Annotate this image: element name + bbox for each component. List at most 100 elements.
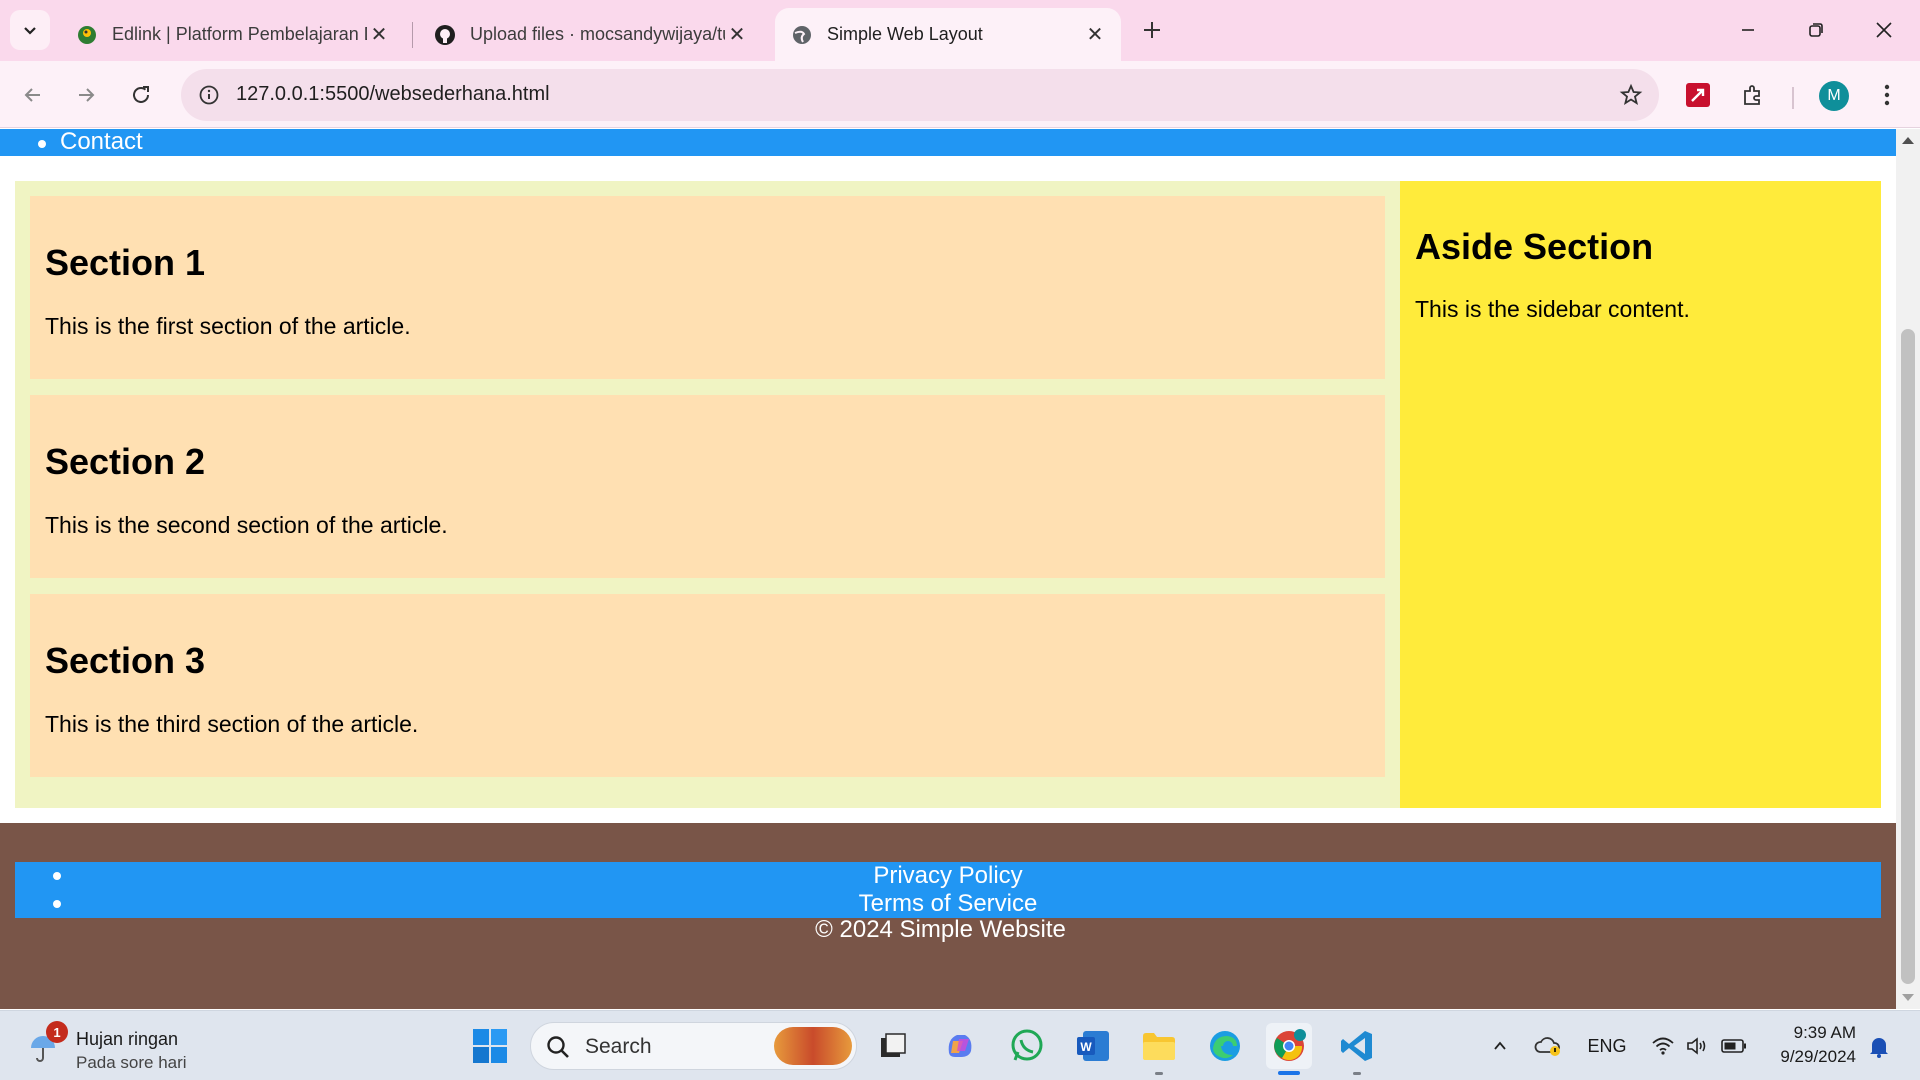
task-view-icon — [881, 1033, 906, 1057]
copilot-app[interactable] — [937, 1023, 983, 1069]
section-text: This is the second section of the articl… — [45, 512, 448, 538]
windows-start-icon[interactable] — [472, 1028, 508, 1064]
taskbar-search[interactable]: Search — [530, 1022, 857, 1070]
wifi-icon[interactable] — [1648, 1031, 1678, 1061]
terms-of-service-link[interactable]: Terms of Service — [15, 890, 1881, 918]
reload-button[interactable] — [122, 76, 160, 114]
article-section-3: Section 3 This is the third section of t… — [30, 594, 1385, 777]
taskbar: 1 Hujan ringan Pada sore hari Search W E… — [0, 1010, 1920, 1080]
new-tab-button[interactable] — [1136, 14, 1168, 46]
menu-button[interactable] — [1868, 76, 1906, 114]
file-explorer-app[interactable] — [1136, 1023, 1182, 1075]
puzzle-icon — [1744, 85, 1760, 105]
chevron-up-icon — [1494, 1041, 1506, 1050]
language-indicator[interactable]: ENG — [1582, 1031, 1632, 1061]
folder-icon — [1143, 1033, 1175, 1060]
weather-subtitle: Pada sore hari — [76, 1053, 187, 1072]
tab-search-button[interactable] — [10, 10, 50, 50]
close-window-button[interactable] — [1856, 8, 1912, 52]
vscode-icon — [1341, 1031, 1372, 1061]
whatsapp-icon — [1011, 1029, 1043, 1061]
more-vertical-icon — [1884, 84, 1890, 106]
acrobat-icon — [1686, 83, 1710, 107]
clock-time: 9:39 AM — [1793, 1023, 1856, 1042]
tab-separator — [412, 22, 413, 48]
task-view-app[interactable] — [870, 1023, 916, 1069]
word-app[interactable]: W — [1070, 1023, 1116, 1069]
arrow-right-icon — [79, 88, 95, 102]
clock-date: 9/29/2024 — [1780, 1047, 1856, 1066]
section-heading: Section 1 — [45, 242, 206, 283]
profile-avatar[interactable]: M — [1819, 81, 1849, 111]
battery-level-icon — [1721, 1039, 1746, 1053]
forward-button[interactable] — [67, 76, 105, 114]
tab-simple-web-layout[interactable]: Simple Web Layout ✕ — [775, 8, 1121, 61]
section-text: This is the third section of the article… — [45, 711, 419, 737]
page-scrollbar[interactable] — [1896, 129, 1920, 1009]
aside-sidebar: Aside Section This is the sidebar conten… — [1400, 181, 1881, 808]
tab-edlink[interactable]: Edlink | Platform Pembelajaran Digital ✕ — [60, 8, 405, 61]
address-bar[interactable]: 127.0.0.1:5500/websederhana.html — [181, 69, 1659, 121]
restore-icon — [1809, 23, 1823, 37]
info-icon — [199, 85, 219, 105]
battery-icon[interactable] — [1718, 1031, 1750, 1061]
url-text[interactable]: 127.0.0.1:5500/websederhana.html — [236, 83, 550, 106]
wifi-signal-icon — [1652, 1037, 1674, 1055]
restore-button[interactable] — [1788, 8, 1844, 52]
vscode-app[interactable] — [1334, 1023, 1380, 1075]
chevron-down-icon — [24, 27, 36, 35]
close-icon[interactable]: ✕ — [1083, 23, 1107, 47]
arrow-left-icon — [24, 88, 40, 102]
copyright-text: © 2024 Simple Website — [815, 916, 1066, 943]
copilot-icon — [948, 1035, 972, 1057]
tab-github[interactable]: Upload files · mocsandywijaya/tugas ✕ — [418, 8, 763, 61]
site-footer: Privacy Policy Terms of Service © 2024 S… — [0, 823, 1896, 1009]
word-icon: W — [1077, 1031, 1109, 1061]
notification-bell-icon[interactable] — [1866, 1033, 1892, 1059]
edlink-icon — [78, 25, 96, 44]
bookmark-star-icon[interactable] — [1617, 81, 1645, 109]
scroll-up-arrow-icon[interactable] — [1902, 137, 1914, 144]
globe-icon — [793, 25, 811, 44]
main-article: Section 1 This is the first section of t… — [15, 181, 1400, 808]
article-section-2: Section 2 This is the second section of … — [30, 395, 1385, 578]
tab-title: Simple Web Layout — [827, 24, 983, 44]
close-icon — [1876, 22, 1892, 38]
toolbar-divider — [1792, 87, 1794, 109]
speaker-icon — [1687, 1037, 1706, 1055]
extensions-button[interactable] — [1734, 76, 1772, 114]
system-clock[interactable]: 9:39 AM 9/29/2024 — [1756, 1021, 1856, 1069]
onedrive-tray-icon[interactable] — [1532, 1031, 1564, 1061]
search-icon — [547, 1036, 569, 1058]
browser-toolbar: 127.0.0.1:5500/websederhana.html M — [0, 61, 1920, 128]
chrome-app[interactable] — [1266, 1023, 1312, 1075]
pdf-extension-button[interactable] — [1679, 76, 1717, 114]
running-indicator — [1353, 1072, 1361, 1075]
edge-app[interactable] — [1202, 1023, 1248, 1069]
section-heading: Section 3 — [45, 640, 206, 681]
weather-widget[interactable]: 1 Hujan ringan Pada sore hari — [26, 1021, 226, 1073]
scroll-thumb[interactable] — [1901, 329, 1915, 984]
back-button[interactable] — [14, 76, 52, 114]
cloud-warning-icon — [1534, 1037, 1560, 1056]
whatsapp-app[interactable] — [1004, 1023, 1050, 1069]
privacy-policy-link[interactable]: Privacy Policy — [15, 862, 1881, 890]
nav-link-contact[interactable]: Contact — [60, 129, 143, 155]
show-hidden-icons-button[interactable] — [1488, 1031, 1512, 1061]
section-text: This is the first section of the article… — [45, 313, 411, 339]
minimize-button[interactable] — [1720, 8, 1776, 52]
scroll-down-arrow-icon[interactable] — [1902, 994, 1914, 1001]
edge-icon — [1210, 1031, 1240, 1061]
site-info-icon[interactable] — [195, 81, 223, 109]
tab-strip: Edlink | Platform Pembelajaran Digital ✕… — [0, 0, 1920, 61]
star-icon — [1619, 83, 1643, 105]
close-icon[interactable]: ✕ — [725, 23, 749, 47]
tab-title: Upload files · mocsandywijaya/tugas — [470, 24, 725, 44]
page-viewport: Contact Section 1 This is the first sect… — [0, 129, 1896, 1009]
close-icon[interactable]: ✕ — [367, 23, 391, 47]
aside-heading: Aside Section — [1415, 226, 1654, 267]
volume-icon[interactable] — [1682, 1031, 1712, 1061]
github-icon — [435, 24, 455, 45]
chrome-icon — [1274, 1029, 1306, 1061]
footer-links: Privacy Policy Terms of Service — [15, 862, 1881, 918]
